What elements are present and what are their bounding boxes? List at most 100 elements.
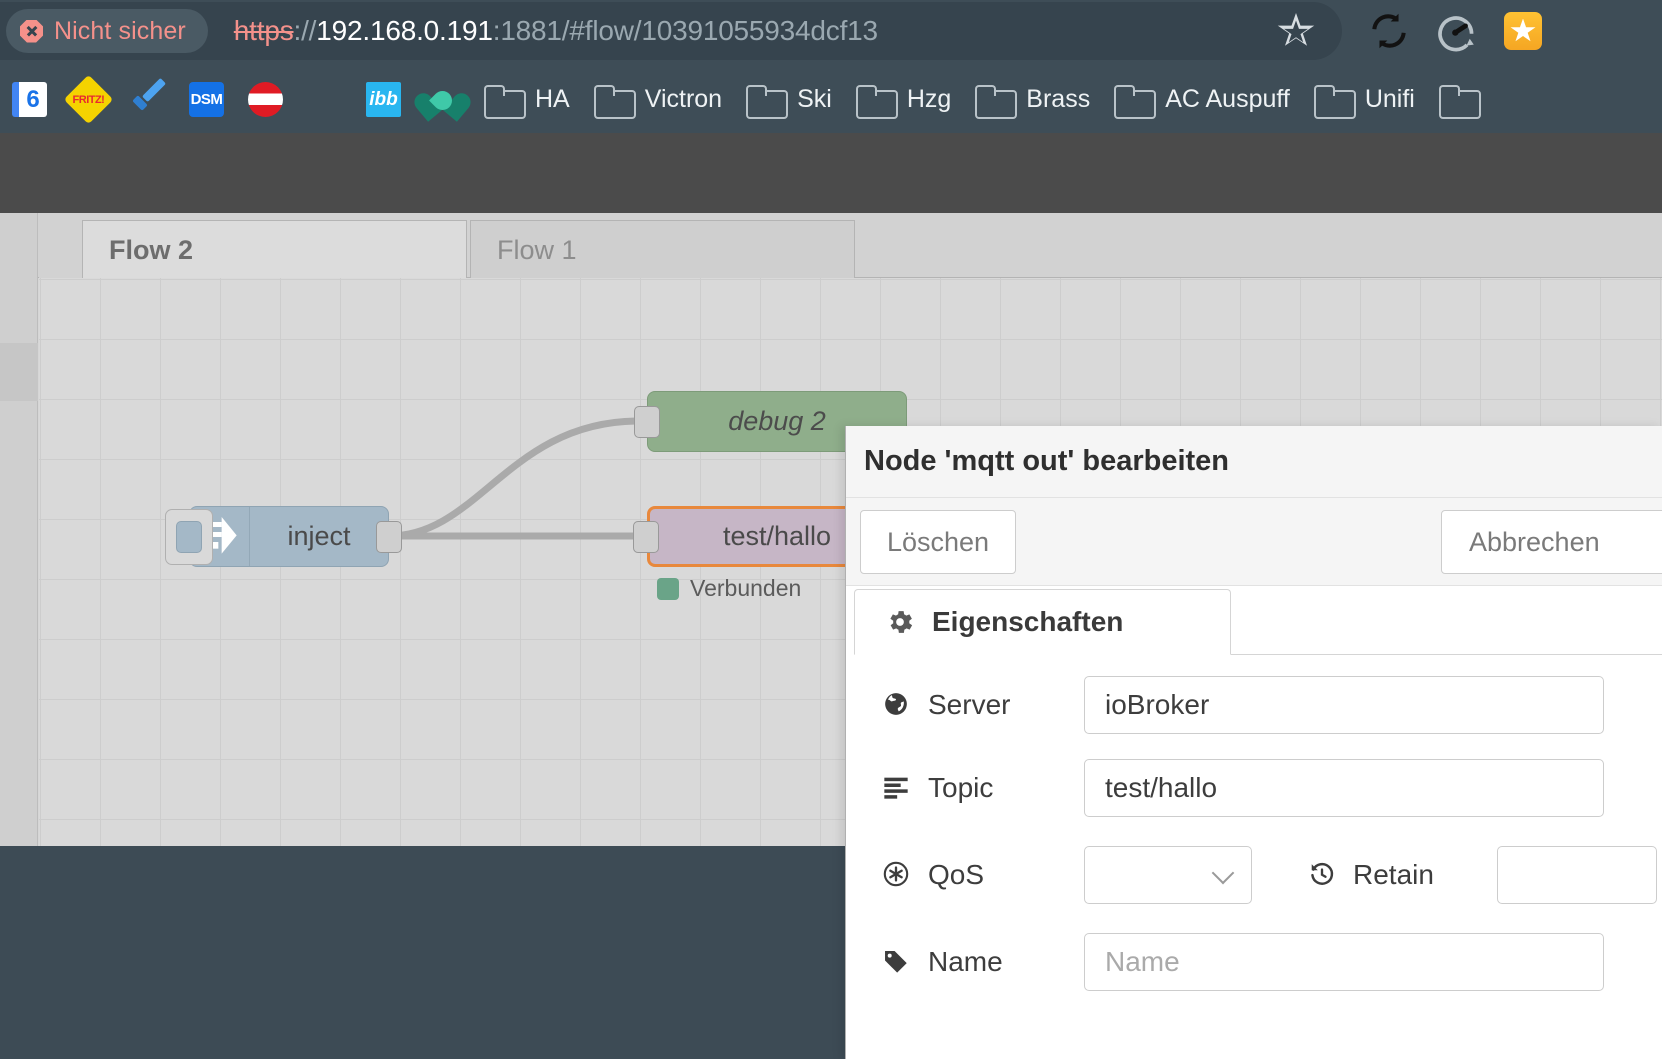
- folder-icon: [1439, 85, 1477, 115]
- folder-icon: [594, 85, 632, 115]
- bookmark-folder-ski[interactable]: Ski: [734, 74, 844, 126]
- bookmark-item[interactable]: [118, 74, 177, 126]
- bookmark-item[interactable]: FRITZ!: [59, 74, 118, 126]
- server-label-text: Server: [928, 689, 1010, 721]
- node-input-port[interactable]: [633, 521, 659, 553]
- qos-label: QoS: [846, 859, 1084, 891]
- sync-refresh-icon[interactable]: [1358, 0, 1420, 62]
- bookmark-item[interactable]: ibb: [354, 74, 413, 126]
- dialog-tab-bar: Eigenschaften: [854, 589, 1662, 655]
- austria-flag-icon: [248, 82, 283, 117]
- omnibox-row: Nicht sicher https://192.168.0.191:1881/…: [0, 0, 1662, 62]
- url-separator: ://: [294, 15, 317, 46]
- bookmark-star-icon[interactable]: [1265, 0, 1327, 62]
- name-label: Name: [846, 946, 1084, 978]
- bookmark-folder-overflow[interactable]: [1427, 74, 1489, 126]
- folder-icon: [484, 85, 522, 115]
- status-label: Verbunden: [690, 575, 801, 602]
- browser-chrome: Nicht sicher https://192.168.0.191:1881/…: [0, 0, 1662, 133]
- url-path: :1881/#flow/10391055934dcf13: [493, 15, 878, 46]
- dsm-icon: DSM: [189, 82, 224, 117]
- url-text[interactable]: https://192.168.0.191:1881/#flow/1039105…: [234, 15, 878, 47]
- bookmark-item[interactable]: [295, 74, 354, 126]
- bookmark-folder-label: HA: [535, 85, 570, 114]
- folder-icon: [856, 85, 894, 115]
- node-edit-dialog: Node 'mqtt out' bearbeiten Löschen Abbre…: [845, 426, 1662, 1059]
- fritzbox-icon: FRITZ!: [64, 75, 113, 124]
- delete-button[interactable]: Löschen: [860, 510, 1016, 574]
- history-icon: [1308, 860, 1338, 890]
- green-dot-icon: [307, 82, 342, 117]
- qos-select[interactable]: [1084, 846, 1252, 904]
- field-row-name: Name Name: [846, 933, 1662, 991]
- ibb-icon: ibb: [366, 82, 401, 117]
- bookmark-folder-unifi[interactable]: Unifi: [1302, 74, 1427, 126]
- bookmark-folder-label: Ski: [797, 85, 832, 114]
- bookmark-folder-brass[interactable]: Brass: [963, 74, 1102, 126]
- bookmark-folder-ha[interactable]: HA: [472, 74, 582, 126]
- folder-icon: [975, 85, 1013, 115]
- node-output-port[interactable]: [376, 521, 402, 553]
- warning-octagon-icon: [20, 20, 43, 43]
- field-row-server: Server ioBroker: [846, 676, 1662, 734]
- flow-tab-label: Flow 1: [497, 235, 577, 266]
- folder-icon: [1114, 85, 1152, 115]
- name-input[interactable]: Name: [1084, 933, 1604, 991]
- status-dot-icon: [657, 578, 679, 600]
- retain-label-text: Retain: [1353, 859, 1434, 891]
- server-label: Server: [846, 689, 1084, 721]
- tabbar-gutter-inner: [39, 213, 82, 278]
- dialog-header: Node 'mqtt out' bearbeiten: [846, 426, 1662, 498]
- cancel-button[interactable]: Abbrechen: [1441, 510, 1662, 574]
- flow-tab-flow-1[interactable]: Flow 1: [470, 220, 855, 279]
- url-host: 192.168.0.191: [316, 15, 492, 46]
- name-label-text: Name: [928, 946, 1003, 978]
- inject-trigger-button[interactable]: [165, 509, 213, 565]
- bookmark-folder-label: Brass: [1026, 85, 1090, 114]
- address-bar[interactable]: Nicht sicher https://192.168.0.191:1881/…: [0, 2, 1342, 60]
- flow-tab-flow-2[interactable]: Flow 2: [82, 220, 467, 279]
- bookmark-folder-victron[interactable]: Victron: [582, 74, 734, 126]
- node-inject[interactable]: inject: [189, 506, 389, 567]
- dialog-title: Node 'mqtt out' bearbeiten: [864, 445, 1229, 478]
- flow-tab-bar: Flow 2 Flow 1: [0, 213, 1662, 278]
- security-status-chip[interactable]: Nicht sicher: [6, 9, 208, 53]
- field-row-topic: Topic test/hallo: [846, 759, 1662, 817]
- qos-label-text: QoS: [928, 859, 984, 891]
- topic-label: Topic: [846, 772, 1084, 804]
- extension-star-icon[interactable]: [1492, 0, 1554, 62]
- bookmark-folder-label: Hzg: [907, 85, 951, 114]
- topic-input[interactable]: test/hallo: [1084, 759, 1604, 817]
- field-row-qos-retain: QoS Retain: [846, 846, 1662, 904]
- asterisk-circle-icon: [882, 860, 912, 890]
- security-status-label: Nicht sicher: [54, 17, 186, 46]
- blue-checkmark-icon: [130, 82, 165, 117]
- tab-properties[interactable]: Eigenschaften: [854, 589, 1231, 655]
- globe-icon: [882, 690, 912, 720]
- bookmark-item[interactable]: [413, 74, 472, 126]
- server-input[interactable]: ioBroker: [1084, 676, 1604, 734]
- node-label: inject: [250, 521, 388, 552]
- gear-icon: [885, 607, 915, 637]
- speedometer-icon[interactable]: [1425, 0, 1487, 62]
- bookmark-folder-hzg[interactable]: Hzg: [844, 74, 963, 126]
- topic-label-text: Topic: [928, 772, 993, 804]
- teal-heart-icon: [425, 82, 460, 117]
- tag-icon: [882, 947, 912, 977]
- bookmark-folder-ac-auspuff[interactable]: AC Auspuff: [1102, 74, 1302, 126]
- node-input-port[interactable]: [634, 406, 660, 438]
- flow-tab-label: Flow 2: [109, 235, 193, 266]
- list-icon: [882, 773, 912, 803]
- bookmark-item[interactable]: [236, 74, 295, 126]
- canvas-scrollbar-gutter[interactable]: [0, 278, 38, 846]
- bookmark-item[interactable]: 6: [0, 74, 59, 126]
- dialog-toolbar: Löschen Abbrechen: [846, 498, 1662, 586]
- chevron-down-icon: [1212, 862, 1235, 885]
- bookmark-folder-label: Unifi: [1365, 85, 1415, 114]
- retain-select[interactable]: [1497, 846, 1657, 904]
- bookmark-folder-label: Victron: [645, 85, 722, 114]
- canvas-scrollbar-thumb[interactable]: [0, 343, 38, 401]
- node-red-toolbar-strip: [0, 133, 1662, 213]
- url-scheme: https: [234, 15, 294, 46]
- bookmark-item[interactable]: DSM: [177, 74, 236, 126]
